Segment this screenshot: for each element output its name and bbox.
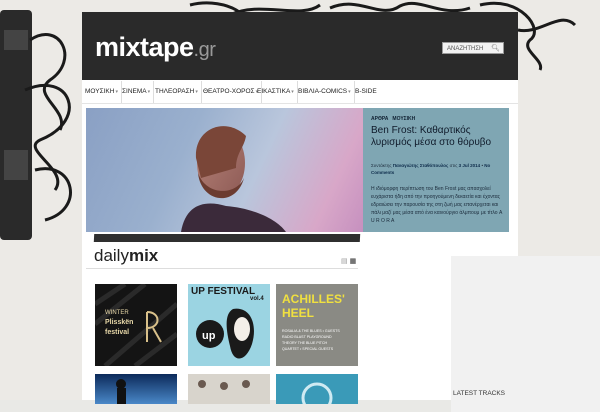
logo-suffix-text: .gr (193, 39, 216, 61)
tile-line2: Plisskën (105, 319, 134, 326)
grid-view-icon[interactable]: ▦ (350, 258, 357, 265)
tape-strip-decoration (93, 234, 361, 242)
nav-item-label: ΣΙΝΕΜΑ (122, 88, 147, 95)
dailymix-tile-up-festival[interactable]: UP FESTIVAL vol.4 up (188, 284, 270, 366)
tile-line2: HEEL (282, 306, 315, 320)
nav-item-label: ΤΗΛΕΟΡΑΣΗ (155, 88, 195, 95)
nav-item-label: B-SIDE (355, 88, 377, 95)
chevron-down-icon: ▾ (147, 89, 151, 95)
article-date: 3 Jul 2014 (458, 163, 481, 168)
featured-title[interactable]: Ben Frost: Καθαρτικός λυρισμός μέσα στο … (371, 125, 503, 149)
featured-excerpt: Η ιδιόμορφη περίπτωση του Ben Frost μας … (371, 186, 503, 224)
date-prefix: στις (449, 163, 458, 168)
view-toggle: ▤ ▦ (341, 257, 356, 265)
nav-item-label: ΕΙΚΑΣΤΙΚΑ (257, 88, 291, 95)
nav-item-label: ΒΙΒΛΙΑ-COMICS (298, 88, 348, 95)
dailymix-title-light: daily (94, 246, 129, 265)
tile-lineup: ROSALIA & THE BLUES • GUESTS RADIO BLAST… (282, 329, 340, 351)
nav-item-visual-arts[interactable]: ΕΙΚΑΣΤΙΚΑ▾ (254, 81, 298, 103)
tile-line1: WINTER (105, 310, 129, 316)
chevron-down-icon: ▾ (291, 89, 294, 95)
list-view-icon[interactable]: ▤ (341, 258, 348, 265)
section-divider (86, 268, 358, 269)
nav-item-music[interactable]: ΜΟΥΣΙΚΗ▾ (82, 81, 122, 103)
chevron-down-icon: ▾ (195, 89, 198, 95)
meta-prefix: Συντάκτης (371, 163, 392, 168)
site-header: mixtape.gr ΑΝΑΖΗΤΗΣΗ 🔍︎ (82, 12, 518, 80)
featured-image[interactable] (86, 108, 363, 232)
tile-line1: UP FESTIVAL (191, 286, 256, 297)
dailymix-tile-achilles-heel[interactable]: ACHILLES' HEEL ROSALIA & THE BLUES • GUE… (276, 284, 358, 366)
tile-line3: festival (105, 329, 130, 336)
author-link[interactable]: Παναγιώτης Σταθόπουλος (393, 163, 449, 168)
dailymix-title-bold: mix (128, 246, 159, 265)
main-navigation: ΜΟΥΣΙΚΗ▾ ΣΙΝΕΜΑ▾ ΤΗΛΕΟΡΑΣΗ▾ ΘΕΑΤΡΟ-ΧΟΡΟΣ… (82, 81, 518, 104)
featured-portrait-illustration (181, 126, 286, 232)
tile-line2: vol.4 (250, 296, 264, 302)
search-placeholder: ΑΝΑΖΗΤΗΣΗ (447, 46, 484, 52)
chevron-down-icon: ▾ (348, 89, 351, 95)
svg-text:up: up (202, 330, 216, 342)
logo-main-text: mixtape (95, 32, 194, 62)
dailymix-tile-winter-plissken[interactable]: WINTER Plisskën festival (95, 284, 177, 366)
dailymix-heading: dailymix (94, 246, 158, 266)
nav-item-books-comics[interactable]: ΒΙΒΛΙΑ-COMICS▾ (295, 81, 355, 103)
tag-articles[interactable]: ΑΡΘΡΑ (371, 116, 388, 122)
tile-line1: ACHILLES' (282, 292, 345, 306)
nav-item-label: ΜΟΥΣΙΚΗ (85, 88, 115, 95)
article-tags: ΑΡΘΡΑ ΜΟΥΣΙΚΗ (371, 116, 419, 122)
site-container: mixtape.gr ΑΝΑΖΗΤΗΣΗ 🔍︎ ΜΟΥΣΙΚΗ▾ ΣΙΝΕΜΑ▾… (82, 12, 600, 412)
sidebar: LATEST TRACKS (451, 256, 600, 412)
site-logo[interactable]: mixtape.gr (95, 32, 216, 63)
nav-item-television[interactable]: ΤΗΛΕΟΡΑΣΗ▾ (152, 81, 202, 103)
article-meta: Συντάκτης Παναγιώτης Σταθόπουλος στις 3 … (371, 163, 491, 175)
latest-tracks-heading: LATEST TRACKS (453, 390, 506, 397)
chevron-down-icon: ▾ (115, 89, 118, 95)
nav-item-cinema[interactable]: ΣΙΝΕΜΑ▾ (119, 81, 155, 103)
search-icon[interactable]: 🔍︎ (491, 43, 500, 55)
nav-item-theatre[interactable]: ΘΕΑΤΡΟ-ΧΟΡΟΣ▾ (200, 81, 263, 103)
search-input[interactable]: ΑΝΑΖΗΤΗΣΗ 🔍︎ (442, 42, 504, 54)
nav-item-b-side[interactable]: B-SIDE (352, 81, 380, 103)
tag-music[interactable]: ΜΟΥΣΙΚΗ (392, 116, 415, 122)
featured-article-panel[interactable]: ΑΡΘΡΑ ΜΟΥΣΙΚΗ Ben Frost: Καθαρτικός λυρισ… (363, 108, 509, 232)
nav-item-label: ΘΕΑΤΡΟ-ΧΟΡΟΣ (203, 88, 255, 95)
